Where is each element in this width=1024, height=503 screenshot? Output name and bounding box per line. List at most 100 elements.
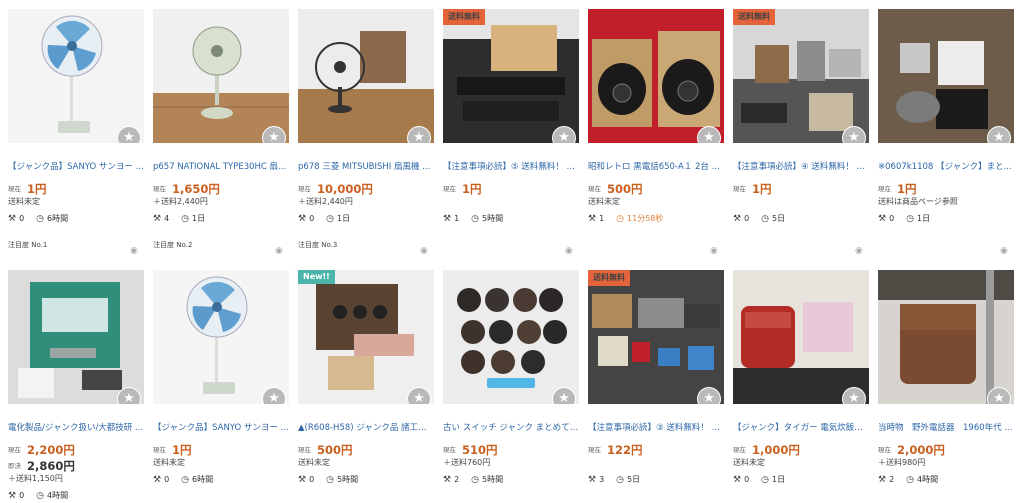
product-card[interactable]: ★ ※0607k1108 【ジャンク】まと... 現在 1円 送料は商品ページ参照… (878, 9, 1014, 226)
buynow-row: 即決 2,860円 (8, 458, 144, 473)
attention-rank: 注目度 No.1 (8, 241, 48, 249)
favorite-star-icon[interactable]: ★ (843, 388, 865, 404)
meta-row: ⚒ 1 ◷ 5時間 (443, 212, 579, 226)
clock-icon: ◷ (616, 214, 625, 224)
product-image[interactable]: ★ (733, 270, 869, 404)
product-image[interactable]: ★ (8, 270, 144, 404)
meta-row: ⚒ 3 ◷ 5日 (588, 473, 724, 487)
bid-count: 0 (164, 475, 170, 484)
time-left: 11分58秒 (627, 214, 664, 223)
current-price: 2,200円 (27, 443, 75, 457)
eye-icon[interactable]: ◉ (1000, 246, 1008, 256)
clock-icon: ◷ (616, 475, 625, 485)
product-image[interactable]: ★ (588, 9, 724, 143)
gavel-icon: ⚒ (298, 475, 307, 485)
product-title[interactable]: 【注意事項必読】④ 送料無料！ ジ... (733, 161, 869, 173)
favorite-star-icon[interactable]: ★ (988, 127, 1010, 143)
product-card[interactable]: New!! ★ ▲(R608-H58) ジャンク品 諸工社... 現在 500円 … (298, 270, 434, 487)
product-title[interactable]: 【ジャンク品】SANYO サンヨー ... (8, 161, 144, 173)
current-price: 1円 (172, 443, 192, 457)
product-card[interactable]: ★ p657 NATIONAL TYPE30HC 扇... 現在 1,650円 ＋… (153, 9, 289, 226)
favorite-star-icon[interactable]: ★ (408, 127, 430, 143)
product-title[interactable]: 【ジャンク品】SANYO サンヨー ... (153, 422, 289, 434)
product-image[interactable]: ★ (153, 9, 289, 143)
product-image[interactable]: ★ (878, 9, 1014, 143)
favorite-star-icon[interactable]: ★ (263, 388, 285, 404)
product-card[interactable]: 送料無料 ★ 【注意事項必読】④ 送料無料！ ジ... 現在 1円 ⚒ 0 ◷ 5日 (733, 9, 869, 226)
product-card[interactable]: 送料無料 ★ 【注意事項必読】③ 送料無料！ ジ... 現在 122円 ⚒ 3 ◷ 5日 (588, 270, 724, 487)
favorite-star-icon[interactable]: ★ (988, 388, 1010, 404)
product-title[interactable]: 【注意事項必読】③ 送料無料！ ジ... (588, 422, 724, 434)
gavel-icon: ⚒ (298, 214, 307, 224)
product-image[interactable]: ★ (153, 270, 289, 404)
gavel-icon: ⚒ (733, 475, 742, 485)
eye-icon[interactable]: ◉ (565, 246, 573, 256)
product-title[interactable]: p657 NATIONAL TYPE30HC 扇... (153, 161, 289, 173)
product-title[interactable]: 古い スイッチ ジャンク まとめて ... (443, 422, 579, 434)
meta-row: ⚒ 0 ◷ 6時間 (153, 473, 289, 487)
product-image[interactable]: 送料無料 ★ (443, 9, 579, 143)
bid-count: 4 (164, 214, 170, 223)
favorite-star-icon[interactable]: ★ (553, 127, 575, 143)
product-image[interactable]: 送料無料 ★ (588, 270, 724, 404)
bid-count: 0 (744, 214, 750, 223)
favorite-star-icon[interactable]: ★ (118, 388, 140, 404)
product-image[interactable]: ★ (878, 270, 1014, 404)
product-title[interactable]: p678 三菱 MITSUBISHI 扇風機 ... (298, 161, 434, 173)
favorite-star-icon[interactable]: ★ (263, 127, 285, 143)
product-image[interactable]: ★ (8, 9, 144, 143)
product-image[interactable]: ★ (298, 9, 434, 143)
product-card[interactable]: ★ 古い スイッチ ジャンク まとめて ... 現在 510円 ＋送料760円 ⚒… (443, 270, 579, 487)
product-card[interactable]: ★ p678 三菱 MITSUBISHI 扇風機 ... 現在 10,000円 ＋… (298, 9, 434, 226)
product-title[interactable]: ▲(R608-H58) ジャンク品 諸工社... (298, 422, 434, 434)
clock-icon: ◷ (906, 475, 915, 485)
eye-icon[interactable]: ◉ (275, 246, 283, 256)
product-image[interactable]: New!! ★ (298, 270, 434, 404)
shipping-text: 送料未定 (8, 197, 40, 206)
product-title[interactable]: 【注意事項必読】⑤ 送料無料！ ジ... (443, 161, 579, 173)
gavel-icon: ⚒ (588, 475, 597, 485)
price-label: 現在 (588, 446, 601, 454)
favorite-star-icon[interactable]: ★ (118, 127, 140, 143)
product-card[interactable]: ★ 電化製品/ジャンク扱い/大都技研 ... 現在 2,200円 即決 2,860円… (8, 270, 144, 503)
meta-row: ⚒ 0 ◷ 5時間 (298, 473, 434, 487)
eye-icon[interactable]: ◉ (420, 246, 428, 256)
favorite-star-icon[interactable]: ★ (408, 388, 430, 404)
price-label: 現在 (8, 446, 21, 454)
product-title[interactable]: 昭和レトロ 黒電話650-A１ 2台 ... (588, 161, 724, 173)
product-card[interactable]: ★ 【ジャンク】タイガー 電気炊飯器 ... 現在 1,000円 送料未定 ⚒ 0 ◷… (733, 270, 869, 487)
price-label: 現在 (8, 185, 21, 193)
favorite-star-icon[interactable]: ★ (698, 388, 720, 404)
product-title[interactable]: 電化製品/ジャンク扱い/大都技研 ... (8, 422, 144, 434)
favorite-star-icon[interactable]: ★ (553, 388, 575, 404)
product-card[interactable]: ★ 当時物 野外電話器 1960年代 ... 現在 2,000円 ＋送料980円 … (878, 270, 1014, 487)
shipping-text: 送料未定 (153, 458, 185, 467)
price-row: 現在 1円 (878, 181, 1014, 196)
product-title[interactable]: 【ジャンク】タイガー 電気炊飯器 ... (733, 422, 869, 434)
eye-icon[interactable]: ◉ (130, 246, 138, 256)
eye-icon[interactable]: ◉ (855, 246, 863, 256)
bid-count: 0 (889, 214, 895, 223)
time-left: 5日 (627, 475, 641, 484)
product-image[interactable]: ★ (443, 270, 579, 404)
eye-icon[interactable]: ◉ (710, 246, 718, 256)
gavel-icon: ⚒ (443, 475, 452, 485)
gavel-icon: ⚒ (8, 491, 17, 501)
shipping-text: 送料未定 (733, 458, 765, 467)
time-left: 5時間 (482, 475, 504, 484)
shipping-text: ＋送料2,440円 (153, 197, 208, 206)
product-card[interactable]: ★ 昭和レトロ 黒電話650-A１ 2台 ... 現在 500円 送料未定 ⚒ 1 ◷… (588, 9, 724, 226)
price-label: 現在 (733, 446, 746, 454)
product-image[interactable]: 送料無料 ★ (733, 9, 869, 143)
current-price: 1,650円 (172, 182, 220, 196)
buynow-label: 即決 (8, 462, 21, 470)
favorite-star-icon[interactable]: ★ (843, 127, 865, 143)
product-card[interactable]: ★ 【ジャンク品】SANYO サンヨー ... 現在 1円 送料未定 ⚒ 0 ◷ 6時間 (153, 270, 289, 487)
favorite-star-icon[interactable]: ★ (698, 127, 720, 143)
product-card[interactable]: ★ 【ジャンク品】SANYO サンヨー ... 現在 1円 送料未定 ⚒ 0 ◷ 6時間 (8, 9, 144, 226)
free-shipping-badge: 送料無料 (588, 270, 630, 286)
product-title[interactable]: 当時物 野外電話器 1960年代 ... (878, 422, 1014, 434)
product-card[interactable]: 送料無料 ★ 【注意事項必読】⑤ 送料無料！ ジ... 現在 1円 ⚒ 1 ◷ 5時間 (443, 9, 579, 226)
price-label: 現在 (298, 185, 311, 193)
product-title[interactable]: ※0607k1108 【ジャンク】まと... (878, 161, 1014, 173)
